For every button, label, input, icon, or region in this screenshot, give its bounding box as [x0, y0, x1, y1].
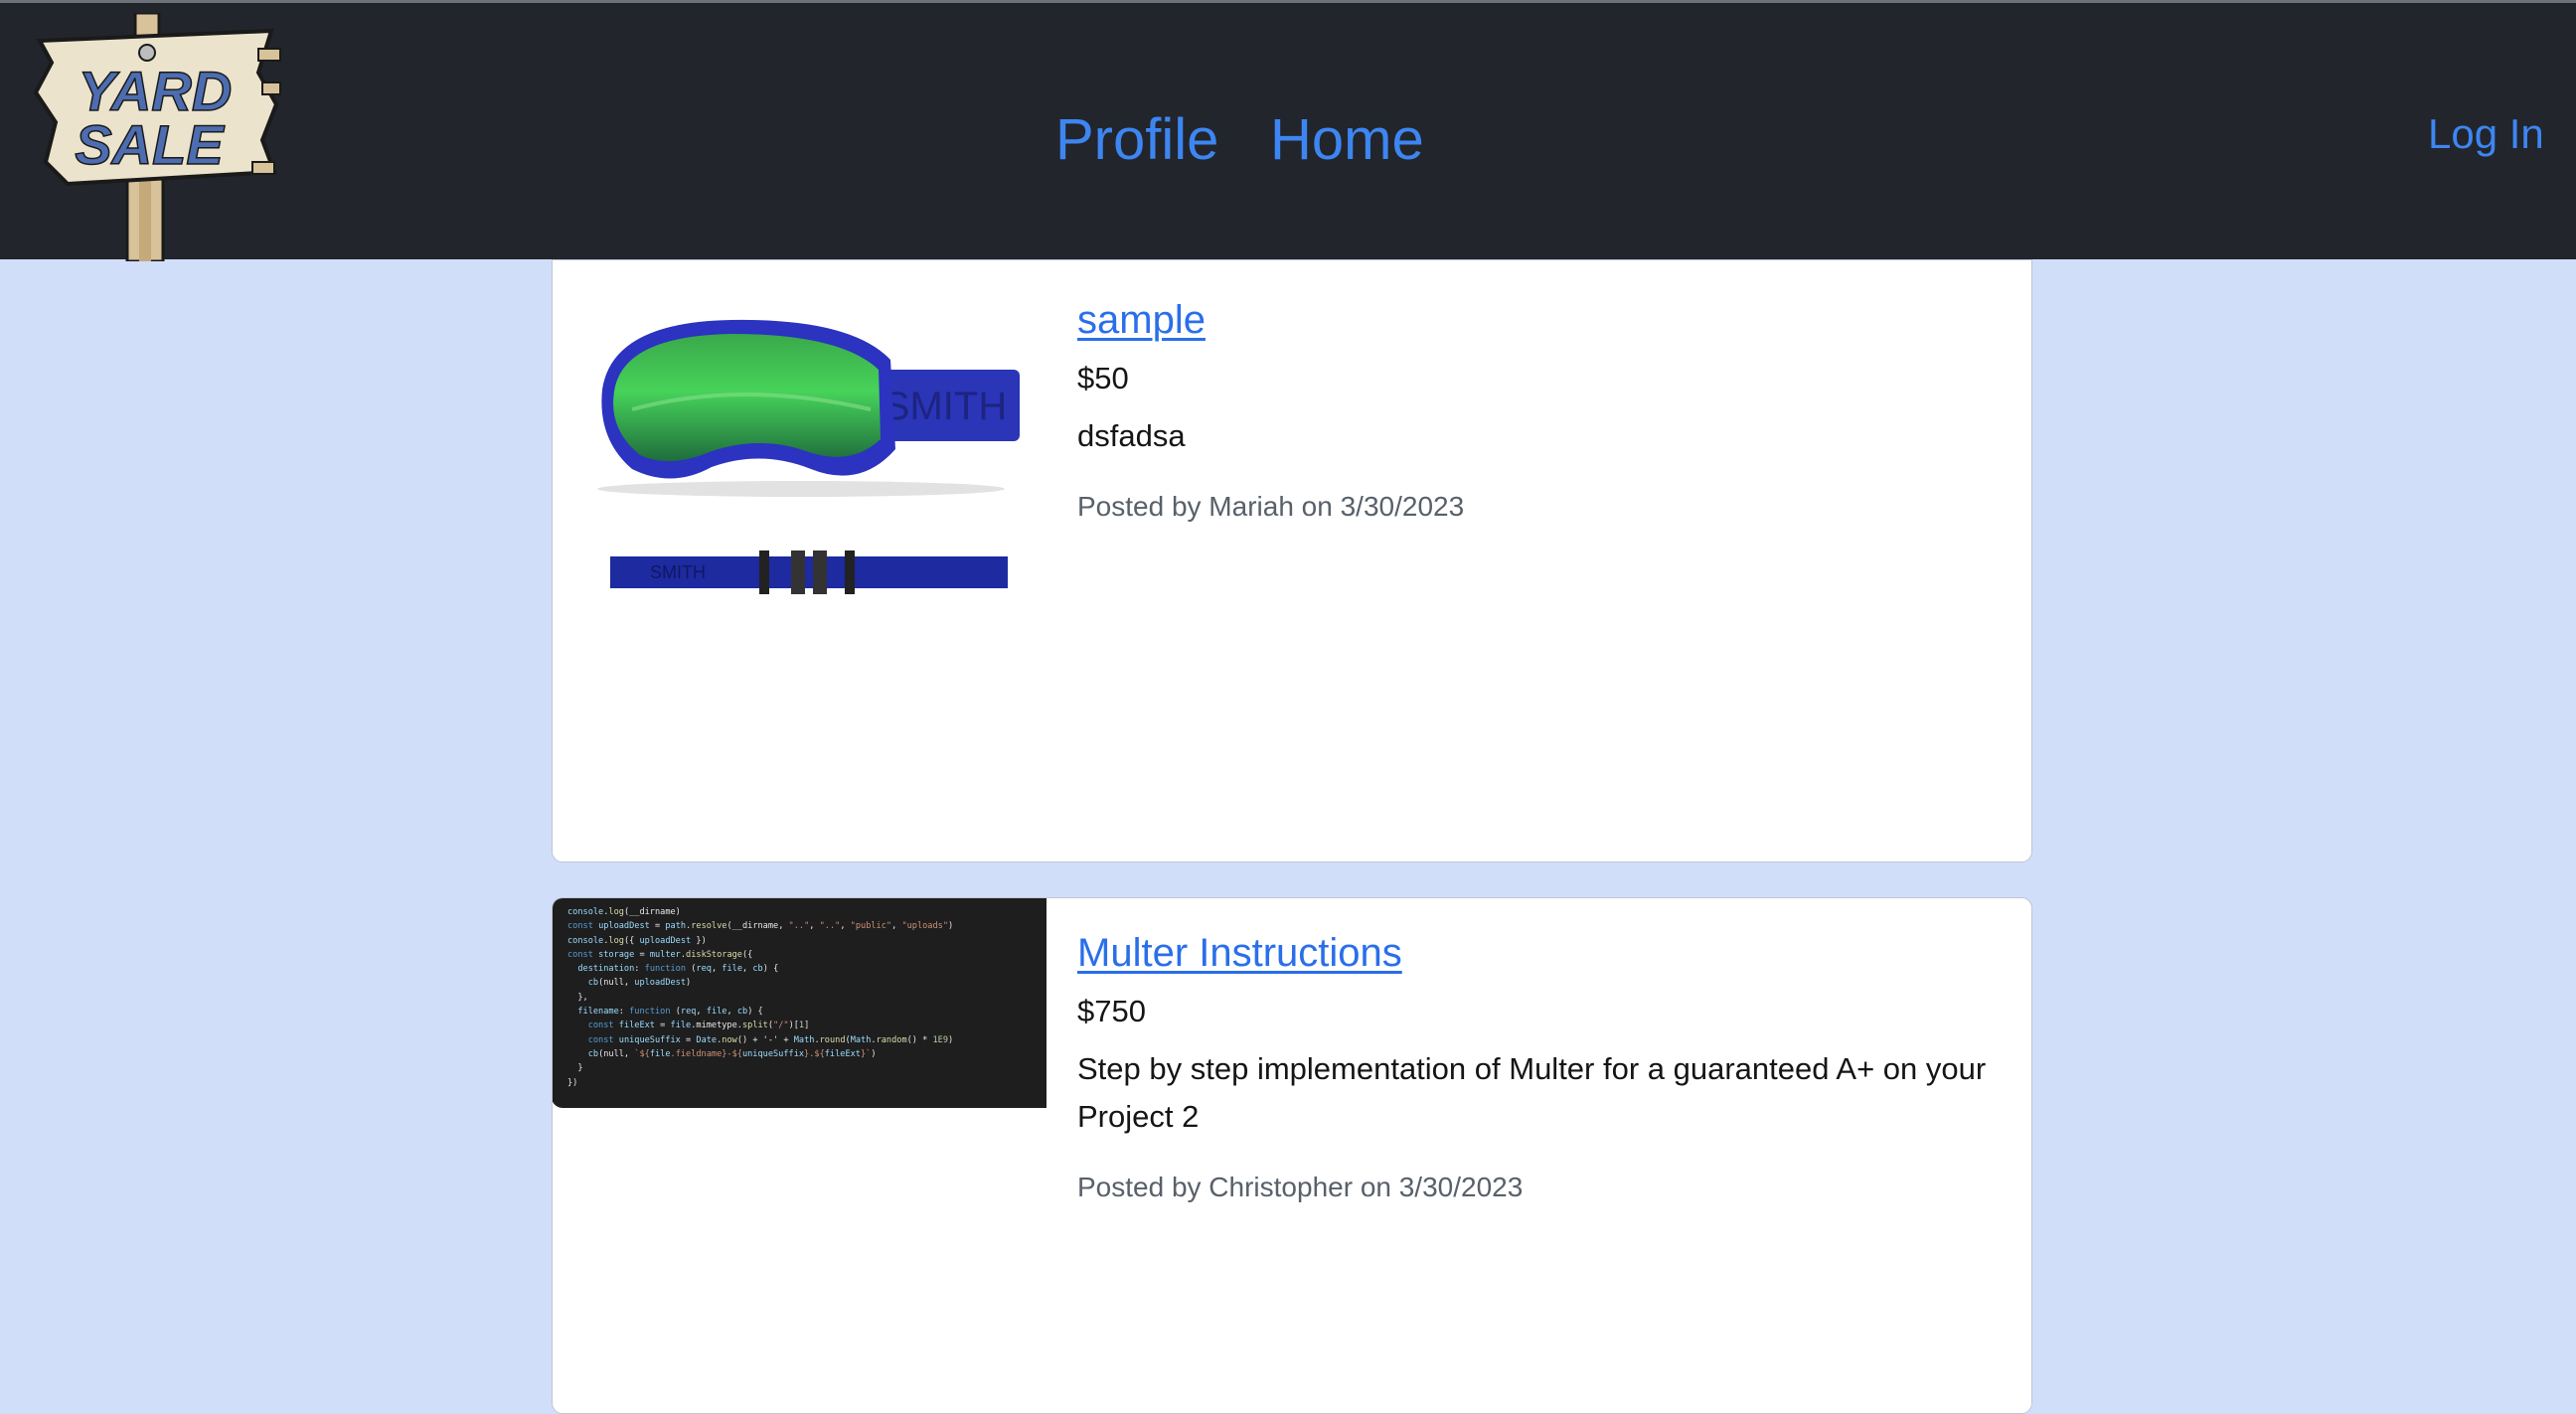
nav-login-link[interactable]: Log In — [2428, 106, 2544, 162]
strap-brand-text: SMITH — [650, 562, 706, 582]
code-line: cb(null, `${file.fieldname}-${uniqueSuff… — [587, 1048, 877, 1059]
listing-card: SMITH SMITH sample $50 dsfadsa Posted by… — [552, 259, 2032, 863]
navbar: YARD SALE Profile Home Log In — [0, 3, 2576, 263]
code-line: const fileExt = file.mimetype.split("/")… — [587, 1021, 810, 1031]
code-screenshot-image[interactable]: console.log(__dirname) const uploadDest … — [553, 898, 1046, 1108]
code-line: const storage = multer.diskStorage({ — [567, 949, 753, 960]
listing-price: $50 — [1077, 361, 1129, 395]
code-line: }, — [567, 992, 588, 1003]
goggle-brand-text: SMITH — [884, 385, 1007, 428]
listing-description: dsfadsa — [1077, 418, 1186, 453]
code-line: const uniqueSuffix = Date.now() + '-' + … — [587, 1034, 954, 1045]
code-line: filename: function (req, file, cb) { — [577, 1007, 763, 1018]
listing-title-link[interactable]: sample — [1077, 295, 1992, 345]
listing-info: sample $50 dsfadsa Posted by Mariah on 3… — [1077, 295, 1992, 526]
nav-home-link[interactable]: Home — [1270, 105, 1424, 175]
listing-card: console.log(__dirname) const uploadDest … — [552, 897, 2032, 1414]
listing-posted-meta: Posted by Christopher on 3/30/2023 — [1077, 1172, 1524, 1202]
listing-title-link[interactable]: Multer Instructions — [1077, 928, 1992, 978]
code-line: console.log(__dirname) — [567, 907, 681, 917]
nav-profile-link[interactable]: Profile — [1055, 105, 1218, 175]
code-line: } — [567, 1063, 583, 1074]
code-line: cb(null, uploadDest) — [587, 978, 692, 989]
code-line: const uploadDest = path.resolve(__dirnam… — [567, 921, 954, 932]
ski-goggles-image: SMITH SMITH — [597, 319, 1020, 594]
listing-price: $750 — [1077, 994, 1146, 1028]
listing-posted-meta: Posted by Mariah on 3/30/2023 — [1077, 491, 1465, 522]
listing-image[interactable]: SMITH SMITH — [592, 300, 1020, 608]
listing-description: Step by step implementation of Multer fo… — [1077, 1051, 1987, 1134]
code-line: destination: function (req, file, cb) { — [577, 964, 779, 975]
code-line: }) — [567, 1077, 578, 1088]
listing-info: Multer Instructions $750 Step by step im… — [1077, 928, 1992, 1206]
code-line: console.log({ uploadDest }) — [567, 935, 707, 946]
yard-sale-logo[interactable]: YARD SALE — [28, 11, 281, 263]
logo-text-line2: SALE — [75, 113, 225, 176]
